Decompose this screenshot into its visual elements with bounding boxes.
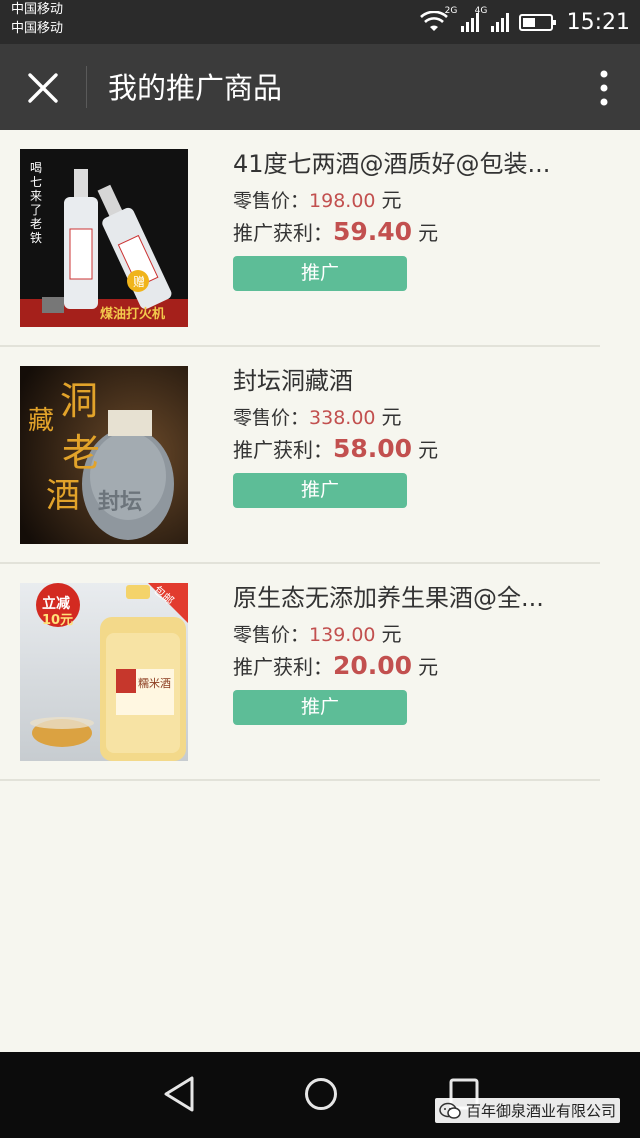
product-item: 喝七来了老铁 赠 煤油打火机 41度七两酒@酒质好@包装... 零售价： 198… bbox=[0, 130, 640, 347]
product-item: 立减 10元 包邮 糯米酒 原生态无添加养生果酒@全... 零售价： 139.0… bbox=[0, 564, 640, 781]
profit-row: 推广获利： 58.00 元 bbox=[233, 434, 593, 463]
profit-value: 59.40 bbox=[333, 217, 413, 246]
product-image[interactable]: 喝七来了老铁 赠 煤油打火机 bbox=[20, 149, 188, 327]
product-title[interactable]: 原生态无添加养生果酒@全... bbox=[233, 582, 573, 614]
profit-label: 推广获利： bbox=[233, 438, 333, 462]
bottle-label-text: 糯米酒 bbox=[138, 677, 171, 690]
retail-price-value: 139.00 bbox=[309, 624, 376, 646]
carrier-info: 中国移动 中国移动 bbox=[11, 0, 63, 38]
promote-button[interactable]: 推广 bbox=[233, 473, 407, 508]
price-unit: 元 bbox=[381, 622, 402, 646]
network-2g-label: 2G bbox=[444, 6, 458, 16]
retail-price-row: 零售价： 198.00 元 bbox=[233, 184, 593, 213]
profit-row: 推广获利： 59.40 元 bbox=[233, 217, 593, 246]
profit-unit: 元 bbox=[418, 655, 439, 679]
carrier-line-2: 中国移动 bbox=[11, 21, 64, 36]
product-item: 洞 藏 老 酒 封坛 封坛洞藏酒 零售价： 338.00 元 推广获利： 58.… bbox=[0, 347, 640, 564]
divider bbox=[0, 779, 600, 781]
home-icon[interactable] bbox=[303, 1076, 339, 1112]
profit-unit: 元 bbox=[418, 221, 439, 245]
profit-value: 58.00 bbox=[333, 434, 413, 463]
nav-bar: 我的推广商品 bbox=[0, 44, 640, 130]
close-icon[interactable] bbox=[20, 65, 66, 111]
clock: 15:21 bbox=[566, 9, 630, 35]
back-icon[interactable] bbox=[162, 1074, 198, 1114]
profit-row: 推广获利： 20.00 元 bbox=[233, 651, 593, 680]
product-title[interactable]: 41度七两酒@酒质好@包装... bbox=[233, 148, 573, 180]
signal-4g-icon: 4G bbox=[475, 6, 509, 32]
image-char-4: 酒 bbox=[46, 476, 80, 516]
profit-value: 20.00 bbox=[333, 651, 413, 680]
image-char-2: 藏 bbox=[28, 406, 55, 436]
more-options-icon[interactable] bbox=[594, 68, 614, 108]
nav-divider bbox=[86, 66, 87, 108]
profit-label: 推广获利： bbox=[233, 221, 333, 245]
wechat-icon bbox=[439, 1102, 461, 1119]
product-title[interactable]: 封坛洞藏酒 bbox=[233, 365, 573, 397]
page-title: 我的推广商品 bbox=[108, 71, 283, 105]
price-unit: 元 bbox=[381, 405, 402, 429]
image-gift-text: 赠 bbox=[132, 275, 145, 289]
retail-price-label: 零售价： bbox=[233, 407, 310, 429]
retail-price-label: 零售价： bbox=[233, 624, 310, 646]
watermark: 百年御泉酒业有限公司 bbox=[434, 1098, 620, 1123]
image-jar-text: 封坛 bbox=[98, 490, 143, 515]
profit-label: 推广获利： bbox=[233, 655, 333, 679]
status-bar: 中国移动 中国移动 2G 4G 15:21 bbox=[0, 0, 640, 44]
retail-price-value: 338.00 bbox=[309, 407, 376, 429]
profit-unit: 元 bbox=[418, 438, 439, 462]
product-info: 原生态无添加养生果酒@全... 零售价： 139.00 元 推广获利： 20.0… bbox=[233, 582, 593, 725]
promote-button[interactable]: 推广 bbox=[233, 690, 407, 725]
retail-price-row: 零售价： 338.00 元 bbox=[233, 401, 593, 430]
retail-price-label: 零售价： bbox=[233, 190, 310, 212]
promote-button[interactable]: 推广 bbox=[233, 256, 407, 291]
image-char-1: 洞 bbox=[60, 379, 99, 423]
retail-price-value: 198.00 bbox=[309, 190, 376, 212]
watermark-text: 百年御泉酒业有限公司 bbox=[465, 1102, 616, 1120]
system-nav-bar: 百年御泉酒业有限公司 bbox=[0, 1052, 640, 1138]
product-image[interactable]: 洞 藏 老 酒 封坛 bbox=[20, 366, 188, 544]
product-image[interactable]: 立减 10元 包邮 糯米酒 bbox=[20, 583, 188, 761]
product-info: 封坛洞藏酒 零售价： 338.00 元 推广获利： 58.00 元 推广 bbox=[233, 365, 593, 508]
price-unit: 元 bbox=[381, 188, 402, 212]
retail-price-row: 零售价： 139.00 元 bbox=[233, 618, 593, 647]
carrier-line-1: 中国移动 bbox=[11, 2, 64, 17]
product-info: 41度七两酒@酒质好@包装... 零售价： 198.00 元 推广获利： 59.… bbox=[233, 148, 593, 291]
battery-icon bbox=[518, 13, 556, 31]
network-4g-label: 4G bbox=[474, 6, 488, 16]
image-gift-caption: 煤油打火机 bbox=[100, 307, 166, 322]
product-list: 喝七来了老铁 赠 煤油打火机 41度七两酒@酒质好@包装... 零售价： 198… bbox=[0, 130, 640, 781]
status-indicators: 2G 4G 15:21 bbox=[419, 6, 630, 36]
image-side-text: 喝七来了老铁 bbox=[30, 161, 43, 245]
discount-badge-line2: 10元 bbox=[42, 613, 74, 628]
